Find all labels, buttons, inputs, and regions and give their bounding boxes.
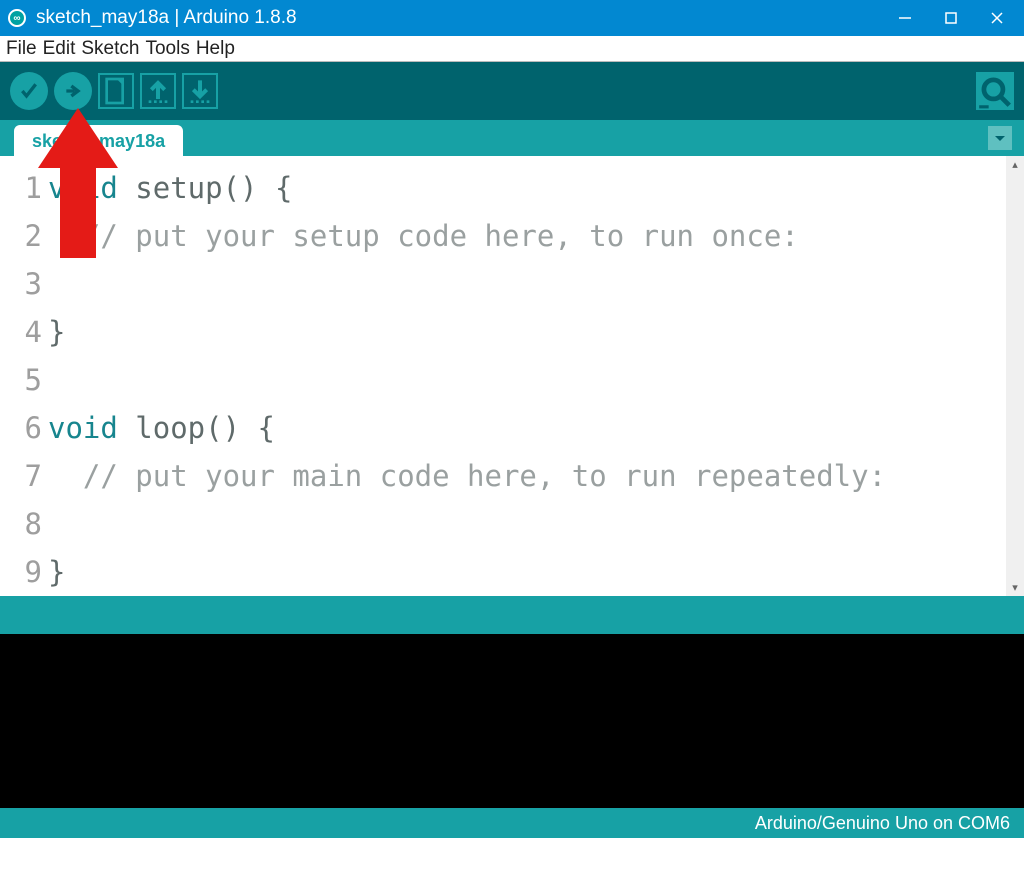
code-text: loop() { xyxy=(118,411,275,445)
arduino-logo-icon: ∞ xyxy=(8,9,26,27)
output-console[interactable] xyxy=(0,634,1024,808)
menu-tools[interactable]: Tools xyxy=(145,38,189,60)
line-number: 5 xyxy=(0,356,42,404)
status-strip xyxy=(0,598,1024,634)
line-number: 9 xyxy=(0,548,42,596)
window-titlebar: ∞ sketch_may18a | Arduino 1.8.8 xyxy=(0,0,1024,36)
tab-sketch[interactable]: sketch_may18a xyxy=(14,125,183,156)
tab-menu-button[interactable] xyxy=(988,126,1012,150)
code-keyword: void xyxy=(48,171,118,205)
vertical-scrollbar[interactable]: ▴ ▾ xyxy=(1006,156,1024,596)
line-number: 7 xyxy=(0,452,42,500)
board-port-label: Arduino/Genuino Uno on COM6 xyxy=(755,813,1010,834)
minimize-button[interactable] xyxy=(882,0,928,36)
code-comment: // put your setup code here, to run once… xyxy=(48,219,799,253)
tab-bar: sketch_may18a xyxy=(0,120,1024,156)
footer-bar: Arduino/Genuino Uno on COM6 xyxy=(0,808,1024,838)
close-button[interactable] xyxy=(974,0,1020,36)
scroll-up-icon[interactable]: ▴ xyxy=(1012,158,1018,171)
code-comment: // put your main code here, to run repea… xyxy=(48,459,886,493)
code-text: } xyxy=(48,315,65,349)
code-editor[interactable]: 1 2 3 4 5 6 7 8 9 void setup() { // put … xyxy=(0,156,1024,598)
line-number-gutter: 1 2 3 4 5 6 7 8 9 xyxy=(0,156,48,596)
menu-edit[interactable]: Edit xyxy=(43,38,76,60)
verify-button[interactable] xyxy=(10,72,48,110)
open-sketch-button[interactable] xyxy=(140,73,176,109)
line-number: 1 xyxy=(0,164,42,212)
line-number: 8 xyxy=(0,500,42,548)
toolbar xyxy=(0,62,1024,120)
menu-help[interactable]: Help xyxy=(196,38,235,60)
menu-sketch[interactable]: Sketch xyxy=(81,38,139,60)
upload-button[interactable] xyxy=(54,72,92,110)
menu-bar: File Edit Sketch Tools Help xyxy=(0,36,1024,62)
scroll-down-icon[interactable]: ▾ xyxy=(1012,581,1018,594)
line-number: 4 xyxy=(0,308,42,356)
new-sketch-button[interactable] xyxy=(98,73,134,109)
save-sketch-button[interactable] xyxy=(182,73,218,109)
code-keyword: void xyxy=(48,411,118,445)
line-number: 2 xyxy=(0,212,42,260)
code-text: setup() { xyxy=(118,171,293,205)
line-number: 6 xyxy=(0,404,42,452)
maximize-button[interactable] xyxy=(928,0,974,36)
code-text: } xyxy=(48,555,65,589)
window-title: sketch_may18a | Arduino 1.8.8 xyxy=(36,7,882,29)
line-number: 3 xyxy=(0,260,42,308)
menu-file[interactable]: File xyxy=(6,38,37,60)
serial-monitor-button[interactable] xyxy=(976,72,1014,110)
code-area[interactable]: void setup() { // put your setup code he… xyxy=(48,156,1006,596)
